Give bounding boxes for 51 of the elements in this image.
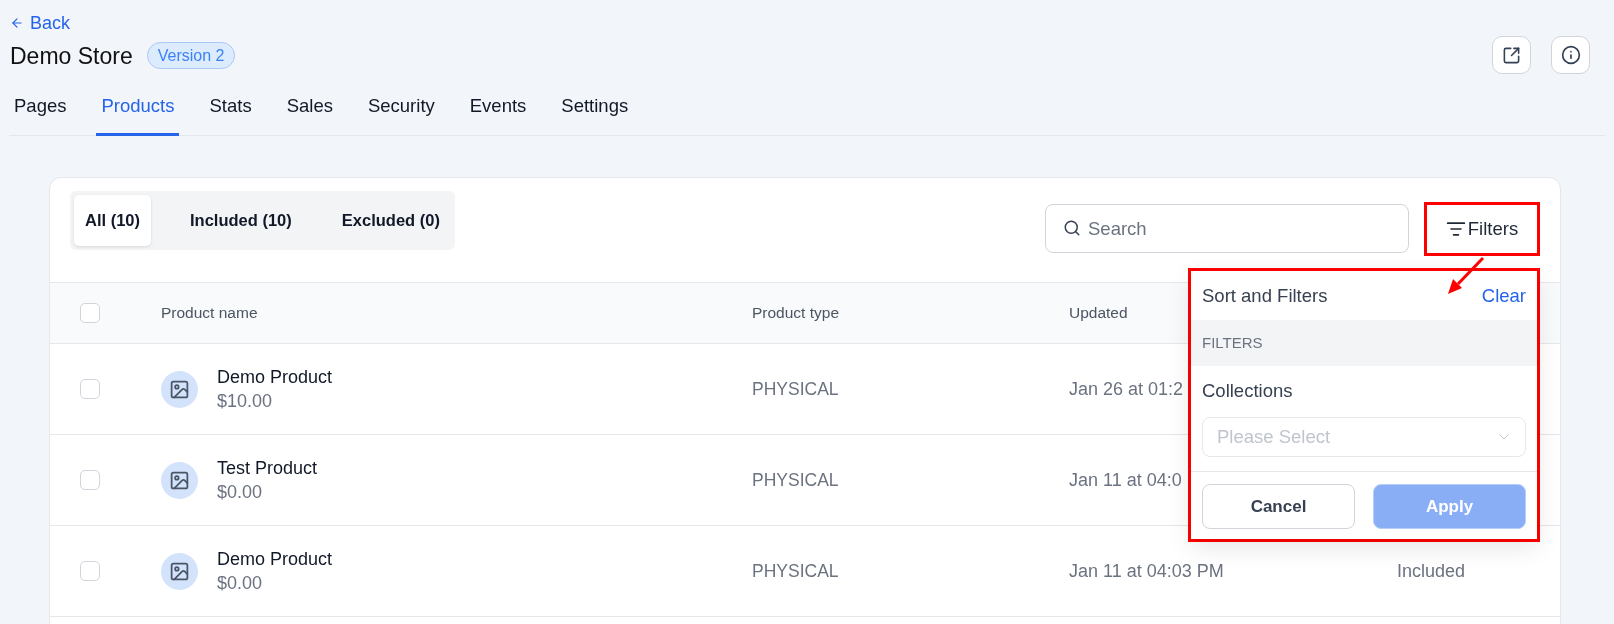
updated-date: Jan 11 at 04:03 PM xyxy=(1069,560,1224,581)
column-header: Product type xyxy=(752,304,840,321)
nav-tab[interactable]: Products xyxy=(96,88,180,136)
back-link[interactable]: Back xyxy=(10,12,71,34)
info-icon xyxy=(1560,45,1581,65)
search-icon xyxy=(1063,219,1081,237)
image-placeholder-icon xyxy=(161,461,198,499)
section-heading: FILTERS xyxy=(1191,320,1537,366)
row-checkbox[interactable] xyxy=(80,470,100,490)
row-checkbox[interactable] xyxy=(80,379,100,399)
product-name: Demo Product xyxy=(217,366,333,389)
column-header: Updated xyxy=(1069,304,1128,321)
nav-tab[interactable]: Events xyxy=(464,88,532,136)
filter-icon xyxy=(1445,219,1466,239)
product-price: $0.00 xyxy=(217,481,263,504)
panel-title: Sort and Filters xyxy=(1202,283,1328,308)
product-type: PHYSICAL xyxy=(752,378,839,399)
nav-tab[interactable]: Security xyxy=(362,88,440,136)
product-name: Demo Product xyxy=(217,548,333,571)
product-type: PHYSICAL xyxy=(752,469,839,490)
column-header: Product name xyxy=(161,304,258,321)
row-checkbox[interactable] xyxy=(80,561,100,581)
info-button[interactable] xyxy=(1551,36,1590,74)
nav-tab[interactable]: Settings xyxy=(556,88,634,136)
search-field[interactable]: Search xyxy=(1045,204,1409,253)
status-text: Included xyxy=(1397,560,1466,581)
filter-tab[interactable]: Excluded (0) xyxy=(330,195,451,246)
collections-select[interactable]: Please Select xyxy=(1202,417,1526,457)
cancel-button[interactable]: Cancel xyxy=(1202,484,1355,529)
nav-tab[interactable]: Pages xyxy=(9,88,72,136)
back-arrow-icon xyxy=(10,16,24,30)
image-placeholder-icon xyxy=(161,370,198,408)
nav-tab[interactable]: Stats xyxy=(204,88,257,136)
select-all-checkbox[interactable] xyxy=(80,303,100,323)
product-price: $10.00 xyxy=(217,390,273,413)
product-type: PHYSICAL xyxy=(752,560,839,581)
updated-date: Jan 26 at 01:2 xyxy=(1069,378,1184,399)
product-price: $0.00 xyxy=(217,572,263,595)
filter-tab[interactable]: All (10) xyxy=(74,195,151,246)
filter-tab[interactable]: Included (10) xyxy=(179,195,303,246)
filters-button[interactable]: Filters xyxy=(1427,205,1537,253)
open-external-button[interactable] xyxy=(1492,36,1531,74)
external-link-icon xyxy=(1502,45,1521,65)
updated-date: Jan 11 at 04:0 xyxy=(1069,469,1182,490)
version-badge: Version 2 xyxy=(146,42,236,69)
store-title: Demo Store xyxy=(10,41,133,70)
clear-link[interactable]: Clear xyxy=(1481,281,1526,310)
product-name: Test Product xyxy=(217,457,318,480)
nav-tab[interactable]: Sales xyxy=(281,88,338,136)
image-placeholder-icon xyxy=(161,552,198,590)
collections-label: Collections xyxy=(1202,379,1293,403)
